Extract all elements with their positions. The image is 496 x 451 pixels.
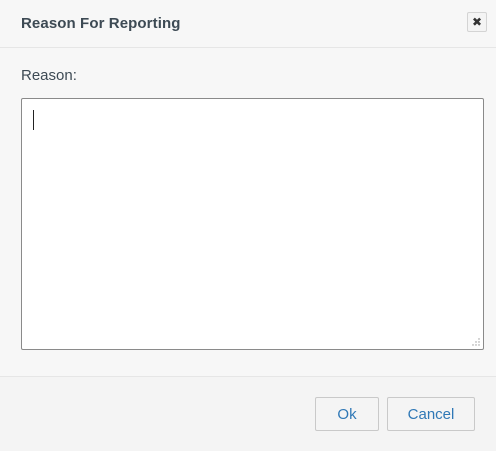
dialog-body: Reason: [0,48,496,376]
ok-button[interactable]: Ok [315,397,379,431]
close-button[interactable]: ✖ [467,12,487,32]
close-icon: ✖ [471,14,483,29]
report-dialog: Reason For Reporting ✖ Reason: Ok Cancel [0,0,496,451]
text-caret [33,110,34,130]
dialog-title: Reason For Reporting [21,15,181,32]
reason-label: Reason: [21,67,77,84]
dialog-header: Reason For Reporting ✖ [0,0,496,48]
resize-grip-icon[interactable] [472,338,480,346]
cancel-button[interactable]: Cancel [387,397,475,431]
reason-textarea[interactable] [21,98,484,350]
dialog-footer: Ok Cancel [0,376,496,451]
